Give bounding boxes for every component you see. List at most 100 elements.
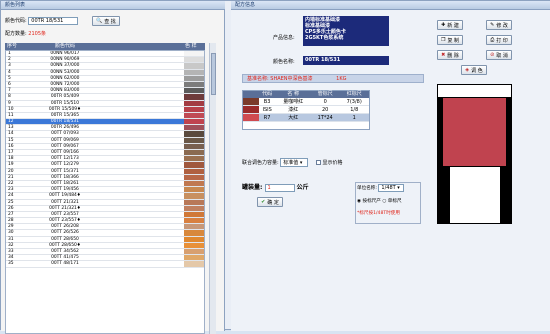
row-color-swatch (184, 137, 204, 143)
colorant-row[interactable]: B3 量咖啡红 0 7(3/8) (243, 98, 369, 106)
row-color-code: 00TT 07/093 (51, 131, 79, 137)
search-row: 颜色代码: 00TR 18/531 🔍 查 找 (5, 16, 120, 26)
search-label: 颜色代码: (5, 18, 27, 24)
fill-qty-row: 罐装量: 1 公斤 (242, 184, 309, 192)
new-button[interactable]: ✚ 新 建 (437, 20, 463, 30)
row-color-code: 00TT 09/069 (51, 137, 79, 143)
row-color-code: 00TR 15/365 (50, 112, 80, 118)
colorant-swatch (243, 98, 259, 105)
scrollbar-thumb[interactable] (211, 53, 216, 95)
row-index: 14 (8, 131, 14, 137)
row-index: 1 (8, 51, 11, 56)
confirm-button[interactable]: ✔ 确 定 (257, 197, 283, 207)
print-button[interactable]: ⎙ 打 印 (486, 35, 512, 45)
row-color-code: 00TT 21/321♦ (49, 205, 81, 211)
row-color-swatch (184, 131, 204, 137)
color-sample-preview (437, 84, 512, 224)
tint-button[interactable]: ◈ 调 色 (461, 65, 487, 75)
row-index: 35 (8, 261, 14, 267)
row-color-code: 00TT 26/208 (51, 224, 79, 230)
row-color-code: 00TT 28/650♦ (49, 242, 81, 248)
row-index: 10 (8, 106, 14, 112)
row-color-swatch (184, 224, 204, 230)
right-panel-header: 配方信息 (231, 1, 550, 10)
cancel-button[interactable]: ⊘ 取 消 (486, 50, 512, 60)
row-color-code: 00TT 09/166 (51, 150, 79, 155)
colorant-red: 7(3/8) (346, 99, 362, 105)
row-color-swatch (184, 193, 204, 199)
fill-qty-input[interactable]: 1 (264, 184, 295, 192)
row-color-code: 00TT 18/261 (51, 180, 79, 186)
colorant-red: 1/8 (350, 107, 359, 113)
row-index: 15 (8, 137, 14, 143)
row-color-swatch (184, 75, 204, 81)
row-color-swatch (184, 81, 204, 88)
row-color-swatch (184, 112, 204, 119)
row-color-swatch (184, 218, 204, 224)
color-list[interactable]: 1 00NN 96/017 2 00NN 90/069 3 00NN 37/000 4 00N… (5, 50, 205, 334)
row-color-code: 00NN 90/069 (50, 57, 80, 63)
colorant-code: B3 (263, 99, 271, 105)
color-list-row[interactable]: 35 00TT 48/171 (6, 261, 204, 268)
delete-button[interactable]: ✖ 删 除 (437, 50, 463, 60)
colorant-code: ISIS (262, 107, 272, 113)
search-button[interactable]: 🔍 查 找 (91, 16, 120, 26)
row-color-code: 00TT 34/562 (51, 249, 79, 254)
show-price-checkbox[interactable] (315, 160, 321, 165)
row-index: 9 (8, 100, 11, 106)
edit-button[interactable]: ✎ 修 改 (486, 20, 512, 30)
row-color-code: 00TT 21/321 (51, 199, 79, 205)
row-color-swatch (184, 125, 204, 131)
row-color-swatch (184, 51, 204, 57)
row-color-code: 00TT 15/371 (51, 168, 79, 174)
capacity-select[interactable]: 标准值 ▾ (280, 158, 309, 167)
product-info-box: 内墙标准基础漆 标准基础漆 CPS多乐士颜色卡 2G5KT色浆系统 (303, 16, 389, 46)
row-color-swatch (184, 69, 204, 75)
row-color-code: 00TT 41/475 (51, 255, 79, 261)
row-color-code: 00TT 12/279 (51, 162, 79, 168)
color-list-panel: 颜色代码: 00TR 18/531 🔍 查 找 配方数量: 2105条 序号 颜… (1, 10, 225, 334)
row-color-swatch (184, 119, 204, 125)
row-color-swatch (184, 150, 204, 156)
row-color-code: 00TT 28/650 (51, 236, 79, 242)
row-index: 8 (8, 94, 11, 100)
list-scrollbar[interactable] (209, 43, 216, 334)
row-color-code: 00NN 37/000 (50, 63, 80, 69)
row-color-code: 00TT 09/067 (51, 143, 79, 149)
row-color-swatch (184, 236, 204, 242)
colorant-tube: 20 (322, 107, 329, 113)
radio-single-scale[interactable]: ○ 单标尺 (382, 199, 401, 204)
row-index: 25 (8, 199, 14, 205)
row-index: 34 (8, 255, 14, 261)
row-index: 32 (8, 242, 14, 248)
row-color-swatch (184, 174, 204, 180)
row-color-swatch (184, 205, 204, 211)
colorant-table-header: 代码 名 称 管标尺 红标尺 (243, 91, 369, 98)
color-code-input[interactable]: 00TR 18/531 (28, 17, 79, 25)
delete-icon: ✖ (441, 52, 446, 58)
row-color-swatch (184, 261, 204, 267)
recipe-count: 配方数量: 2105条 (5, 31, 47, 37)
new-icon: ✚ (441, 22, 446, 28)
list-header: 序号 颜色代码 色 样 (5, 43, 205, 50)
row-color-code: 00NN 72/000 (50, 81, 80, 87)
colorant-name: 大红 (288, 115, 299, 121)
colorant-row[interactable]: R7 大红 1T*24 1 (243, 114, 369, 122)
row-index: 22 (8, 180, 14, 186)
row-index: 12 (8, 119, 14, 125)
radio-by-scale[interactable]: ◉ 按标尺产 (357, 199, 381, 204)
row-color-code: 00TT 19/484♦ (49, 193, 81, 199)
copy-button[interactable]: ❐ 复 制 (437, 35, 463, 45)
row-index: 29 (8, 224, 14, 230)
recipe-panel: 产品信息: 内墙标准基础漆 标准基础漆 CPS多乐士颜色卡 2G5KT色浆系统 … (231, 10, 550, 331)
row-color-code: 00NN 62/000 (50, 75, 80, 81)
row-color-code: 00TT 19/456 (51, 187, 79, 193)
left-panel-header: 颜色列表 (1, 1, 225, 10)
colorant-row[interactable]: ISIS 漆红 20 1/8 (243, 106, 369, 114)
unit-select[interactable]: 1/48T ▾ (378, 184, 405, 192)
row-color-code: 00TR 05/409 (50, 94, 80, 100)
colorant-swatch (243, 114, 259, 121)
row-color-swatch (184, 230, 204, 236)
check-icon: ✔ (261, 199, 266, 205)
colorant-name: 量咖啡红 (283, 99, 304, 105)
